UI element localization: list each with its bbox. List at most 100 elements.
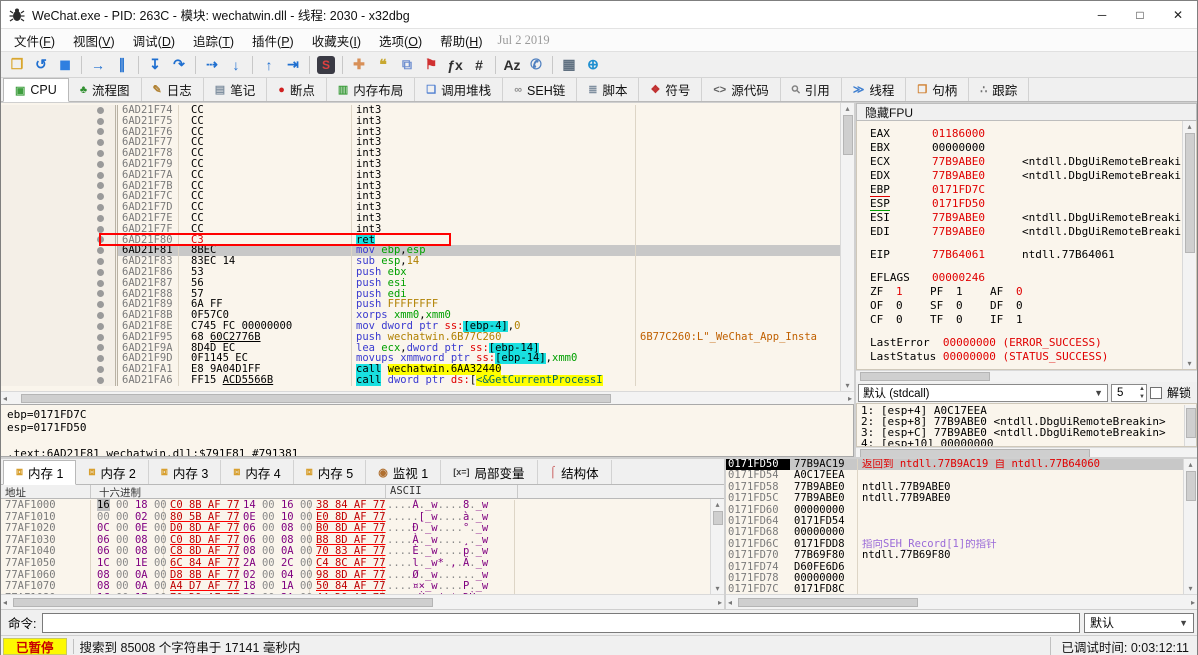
scrollbar-thumb[interactable] <box>13 598 433 607</box>
scrollbar-thumb[interactable] <box>21 394 611 403</box>
tab-跟踪[interactable]: ∴跟踪 <box>969 78 1029 101</box>
breakpoint-dot-icon[interactable] <box>97 258 104 265</box>
breakpoint-dot-icon[interactable] <box>97 323 104 330</box>
disasm-row[interactable]: 6AD21F75CCint3 <box>1 116 840 127</box>
breakpoint-gutter[interactable] <box>1 170 118 181</box>
breakpoint-dot-icon[interactable] <box>97 247 104 254</box>
restart-icon[interactable]: ↺ <box>29 54 53 76</box>
dump-tab-内存-5[interactable]: ⧈内存 5 <box>294 460 366 484</box>
step-over-icon[interactable]: ↷ <box>167 54 191 76</box>
menu-item-t[interactable]: 追踪(T) <box>184 29 243 52</box>
unlock-checkbox[interactable] <box>1150 387 1162 399</box>
breakpoint-dot-icon[interactable] <box>97 355 104 362</box>
comment-icon[interactable]: ❝ <box>371 54 395 76</box>
hash-icon[interactable]: # <box>467 54 491 76</box>
breakpoint-gutter[interactable] <box>1 321 118 332</box>
scrollbar-thumb[interactable] <box>843 115 853 155</box>
disasm-row[interactable]: 6AD21FA6FF15 ACD5566Bcall dword ptr ds:[… <box>1 375 840 386</box>
menu-item-o[interactable]: 选项(O) <box>370 29 431 52</box>
tab-seh链[interactable]: ∞SEH链 <box>503 78 577 101</box>
dump-tab-内存-3[interactable]: ⧈内存 3 <box>149 460 221 484</box>
last-status-row[interactable]: LastStatus 00000000 (STATUS_SUCCESS) <box>870 350 1182 364</box>
step-into-icon[interactable]: ↧ <box>143 54 167 76</box>
last-status-row[interactable]: LastError 00000000 (ERROR_SUCCESS) <box>870 336 1182 350</box>
register-row[interactable]: EBP0171FD7C <box>870 183 1182 197</box>
dump-tab-内存-4[interactable]: ⧈内存 4 <box>221 460 293 484</box>
tab-引用[interactable]: ⚲引用 <box>781 78 842 101</box>
scroll-right-icon[interactable]: ▸ <box>1191 598 1195 607</box>
breakpoint-dot-icon[interactable] <box>97 215 104 222</box>
hide-fpu-button[interactable]: 隐藏FPU <box>856 103 1197 121</box>
breakpoint-dot-icon[interactable] <box>97 312 104 319</box>
stop-icon[interactable]: ◼ <box>53 54 77 76</box>
breakpoint-gutter[interactable] <box>1 332 118 343</box>
animate-over-icon[interactable]: ↓ <box>224 54 248 76</box>
menu-item-d[interactable]: 调试(D) <box>124 29 184 52</box>
scroll-up-icon[interactable]: ▴ <box>845 104 849 113</box>
breakpoint-gutter[interactable] <box>1 364 118 375</box>
breakpoint-gutter[interactable] <box>1 256 118 267</box>
breakpoint-gutter[interactable] <box>1 202 118 213</box>
breakpoint-dot-icon[interactable] <box>97 172 104 179</box>
scroll-down-icon[interactable]: ▾ <box>1187 359 1191 368</box>
scroll-right-icon[interactable]: ▸ <box>718 598 722 607</box>
minimize-button[interactable]: ─ <box>1083 1 1121 28</box>
breakpoint-dot-icon[interactable] <box>97 377 104 384</box>
tab-脚本[interactable]: ≣脚本 <box>577 78 639 101</box>
maximize-button[interactable]: □ <box>1121 1 1159 28</box>
tab-句柄[interactable]: ❒句柄 <box>906 78 969 101</box>
flags-row[interactable]: OF0SF0DF0 <box>870 299 1182 313</box>
tab-调用堆栈[interactable]: ❏调用堆栈 <box>415 78 503 101</box>
flags-row[interactable]: CF0TF0IF1 <box>870 313 1182 327</box>
tab-笔记[interactable]: ▤笔记 <box>204 78 267 101</box>
patch-icon[interactable]: ✚ <box>347 54 371 76</box>
tab-线程[interactable]: ≫线程 <box>842 78 907 101</box>
breakpoint-dot-icon[interactable] <box>97 128 104 135</box>
breakpoint-gutter[interactable] <box>1 235 118 246</box>
disasm-row[interactable]: 6AD21F7FCCint3 <box>1 224 840 235</box>
internet-icon[interactable]: ⊕ <box>581 54 605 76</box>
scroll-left-icon[interactable]: ◂ <box>3 598 7 607</box>
register-row[interactable]: EDX77B9ABE0<ntdll.DbgUiRemoteBreakin> <box>870 169 1182 183</box>
breakpoint-dot-icon[interactable] <box>97 226 104 233</box>
calculator-icon[interactable]: ▦ <box>557 54 581 76</box>
breakpoint-dot-icon[interactable] <box>97 193 104 200</box>
breakpoint-dot-icon[interactable] <box>97 290 104 297</box>
tab-cpu[interactable]: ▣CPU <box>3 78 69 102</box>
breakpoint-gutter[interactable] <box>1 375 118 386</box>
scroll-up-icon[interactable]: ▴ <box>1188 460 1192 469</box>
breakpoint-dot-icon[interactable] <box>97 301 104 308</box>
command-input[interactable] <box>42 613 1080 633</box>
settings-icon[interactable]: S <box>317 56 335 74</box>
dump-tab-局部变量[interactable]: [x=]局部变量 <box>441 460 537 484</box>
disasm-row[interactable]: 6AD21F7ACCint3 <box>1 170 840 181</box>
disassembly-horizontal-scrollbar[interactable]: ◂ ▸ <box>1 391 854 404</box>
case-icon[interactable]: Az <box>500 54 524 76</box>
breakpoint-gutter[interactable] <box>1 105 118 116</box>
tab-符号[interactable]: ❖符号 <box>639 78 702 101</box>
tab-流程图[interactable]: ♣流程图 <box>69 78 142 101</box>
close-button[interactable]: ✕ <box>1159 1 1197 28</box>
breakpoint-gutter[interactable] <box>1 278 118 289</box>
scrollbar-thumb[interactable] <box>1186 408 1196 438</box>
breakpoint-dot-icon[interactable] <box>97 280 104 287</box>
calling-convention-select[interactable]: 默认 (stdcall) ▼ <box>858 384 1108 402</box>
spinner-down-icon[interactable]: ▼ <box>1139 393 1145 401</box>
dump-tab-监视-1[interactable]: ◉监视 1 <box>366 460 441 484</box>
breakpoint-gutter[interactable] <box>1 245 118 256</box>
scroll-down-icon[interactable]: ▾ <box>845 381 849 390</box>
breakpoint-gutter[interactable] <box>1 127 118 138</box>
register-row[interactable]: ESI77B9ABE0<ntdll.DbgUiRemoteBreakin> <box>870 211 1182 225</box>
scroll-left-icon[interactable]: ◂ <box>3 394 7 403</box>
flags-row[interactable]: ZF1PF1AF0 <box>870 285 1182 299</box>
call-argument-row[interactable]: 4: [esp+10] 00000000 <box>861 438 1184 446</box>
menu-item-i[interactable]: 收藏夹(I) <box>303 29 370 52</box>
breakpoint-dot-icon[interactable] <box>97 236 104 243</box>
scrollbar-thumb[interactable] <box>1186 471 1196 501</box>
breakpoint-gutter[interactable] <box>1 159 118 170</box>
bookmark-icon[interactable]: ⚑ <box>419 54 443 76</box>
breakpoint-gutter[interactable] <box>1 148 118 159</box>
register-row[interactable]: EAX01186000 <box>870 127 1182 141</box>
registers-horizontal-scrollbar[interactable] <box>856 370 1197 382</box>
scroll-down-icon[interactable]: ▾ <box>1188 584 1192 593</box>
